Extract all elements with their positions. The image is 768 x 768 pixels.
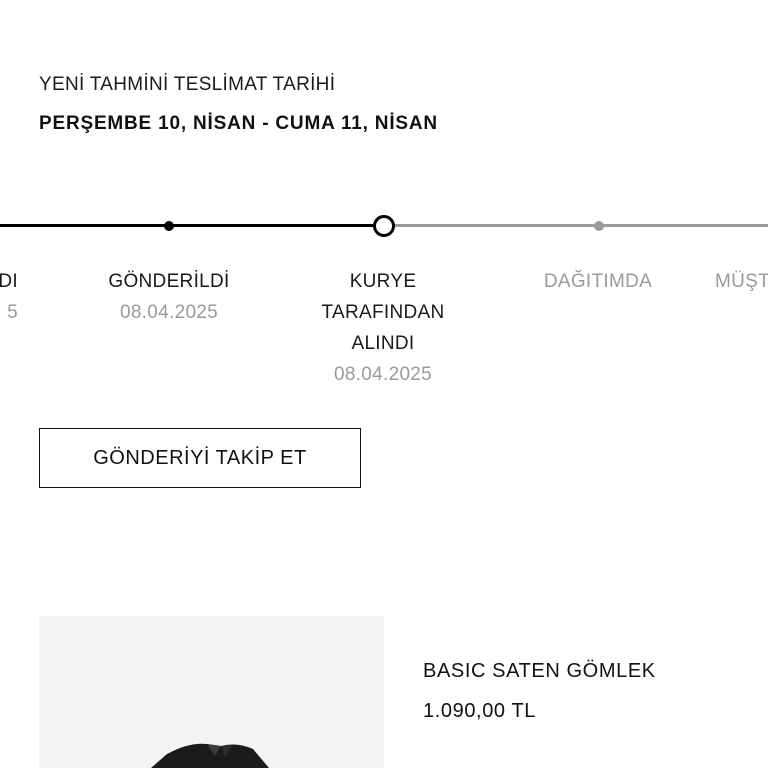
product-price: 1.090,00 TL (423, 700, 536, 722)
step-date: 5 (7, 302, 18, 323)
step-label: MÜŞT (715, 271, 768, 292)
step-date: 08.04.2025 (333, 364, 433, 385)
shirt-image (151, 743, 269, 768)
order-status-timeline: DI 5 GÖNDERİLDİ 08.04.2025 KURYE TARAFIN… (0, 0, 768, 400)
step-label-line1: KURYE (349, 271, 417, 292)
step-dot-current (373, 214, 395, 237)
product-name[interactable]: BASIC SATEN GÖMLEK (423, 660, 656, 683)
timeline-step-delivered: MÜŞT (715, 266, 768, 297)
product-image[interactable] (39, 616, 384, 768)
step-date: 08.04.2025 (119, 302, 219, 323)
step-label-line2: TARAFINDAN (321, 302, 445, 323)
step-label: DI (0, 271, 18, 292)
track-shipment-button[interactable]: GÖNDERİYİ TAKİP ET (39, 428, 361, 488)
timeline-step-shipped: GÖNDERİLDİ 08.04.2025 (69, 266, 269, 328)
step-label-line3: ALINDI (351, 333, 415, 354)
step-dot-shipped (164, 220, 174, 231)
timeline-step-out-for-delivery: DAĞITIMDA (498, 266, 698, 297)
step-label: GÖNDERİLDİ (108, 271, 230, 292)
timeline-progress-line (0, 224, 384, 227)
timeline-step-picked-up: KURYE TARAFINDAN ALINDI 08.04.2025 (283, 266, 483, 390)
timeline-step-previous: DI 5 (0, 266, 18, 328)
step-dot-out-for-delivery (594, 220, 604, 231)
step-label: DAĞITIMDA (543, 271, 653, 292)
timeline-pending-line (384, 224, 768, 227)
